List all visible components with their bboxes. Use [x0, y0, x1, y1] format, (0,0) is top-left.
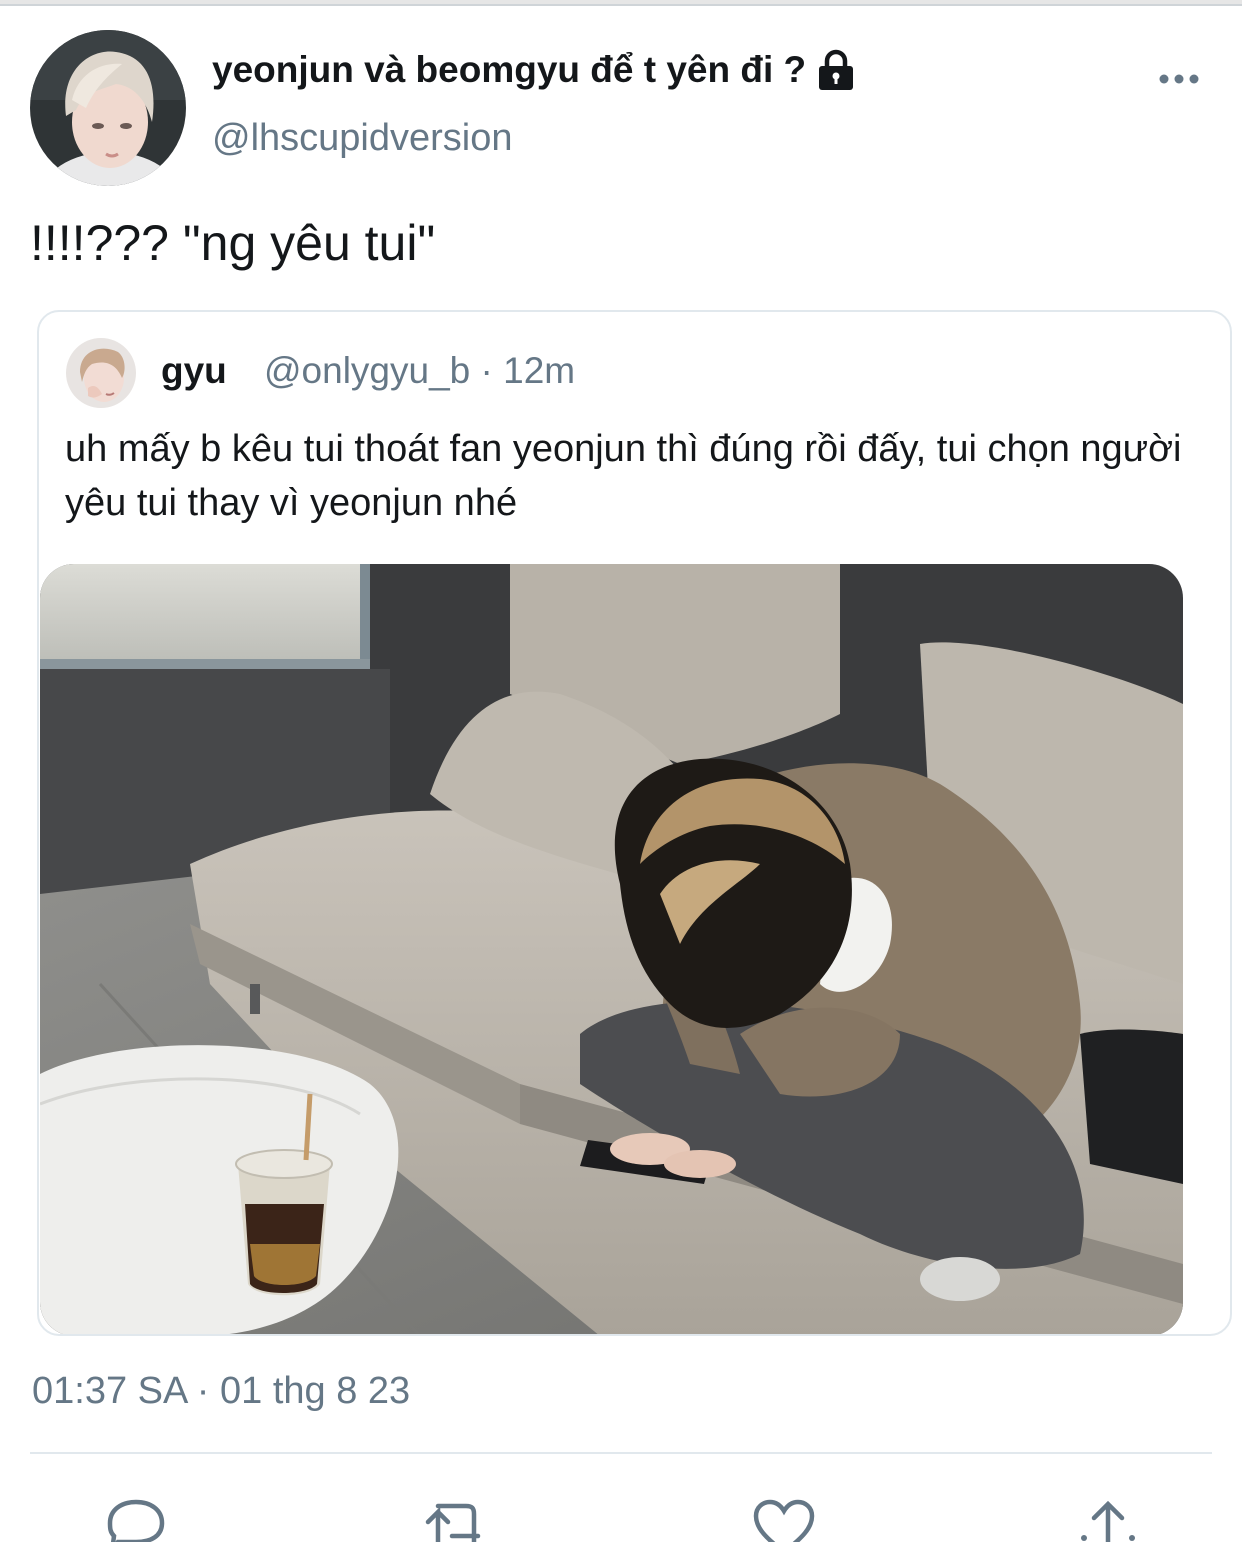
- quoted-author-name[interactable]: gyu: [161, 350, 227, 392]
- tweet-text: !!!!??? "ng yêu tui": [30, 215, 436, 271]
- actions-divider: [30, 1452, 1212, 1454]
- retweet-icon[interactable]: [422, 1496, 486, 1542]
- quoted-author-avatar[interactable]: [66, 338, 136, 408]
- heart-icon[interactable]: [752, 1496, 816, 1542]
- display-name-text: yeonjun và beomgyu để t yên đi ?: [212, 49, 807, 90]
- top-divider: [0, 0, 1242, 6]
- share-icon[interactable]: [1076, 1496, 1140, 1542]
- quoted-author-meta: @onlygyu_b · 12m: [264, 350, 576, 391]
- quoted-tweet-photo[interactable]: [40, 564, 1183, 1334]
- quoted-tweet-text: uh mấy b kêu tui thoát fan yeonjun thì đ…: [65, 428, 1182, 524]
- lock-icon: [816, 48, 856, 92]
- author-display-name[interactable]: yeonjun và beomgyu để t yên đi ?: [212, 48, 856, 92]
- more-dots-icon[interactable]: [1158, 64, 1200, 94]
- reply-icon[interactable]: [104, 1496, 168, 1542]
- author-avatar[interactable]: [30, 30, 186, 186]
- author-handle[interactable]: @lhscupidversion: [212, 117, 513, 160]
- quoted-tweet-card[interactable]: gyu @onlygyu_b · 12m uh mấy b kêu tui th…: [37, 310, 1232, 1336]
- tweet-timestamp[interactable]: 01:37 SA · 01 thg 8 23: [32, 1370, 410, 1413]
